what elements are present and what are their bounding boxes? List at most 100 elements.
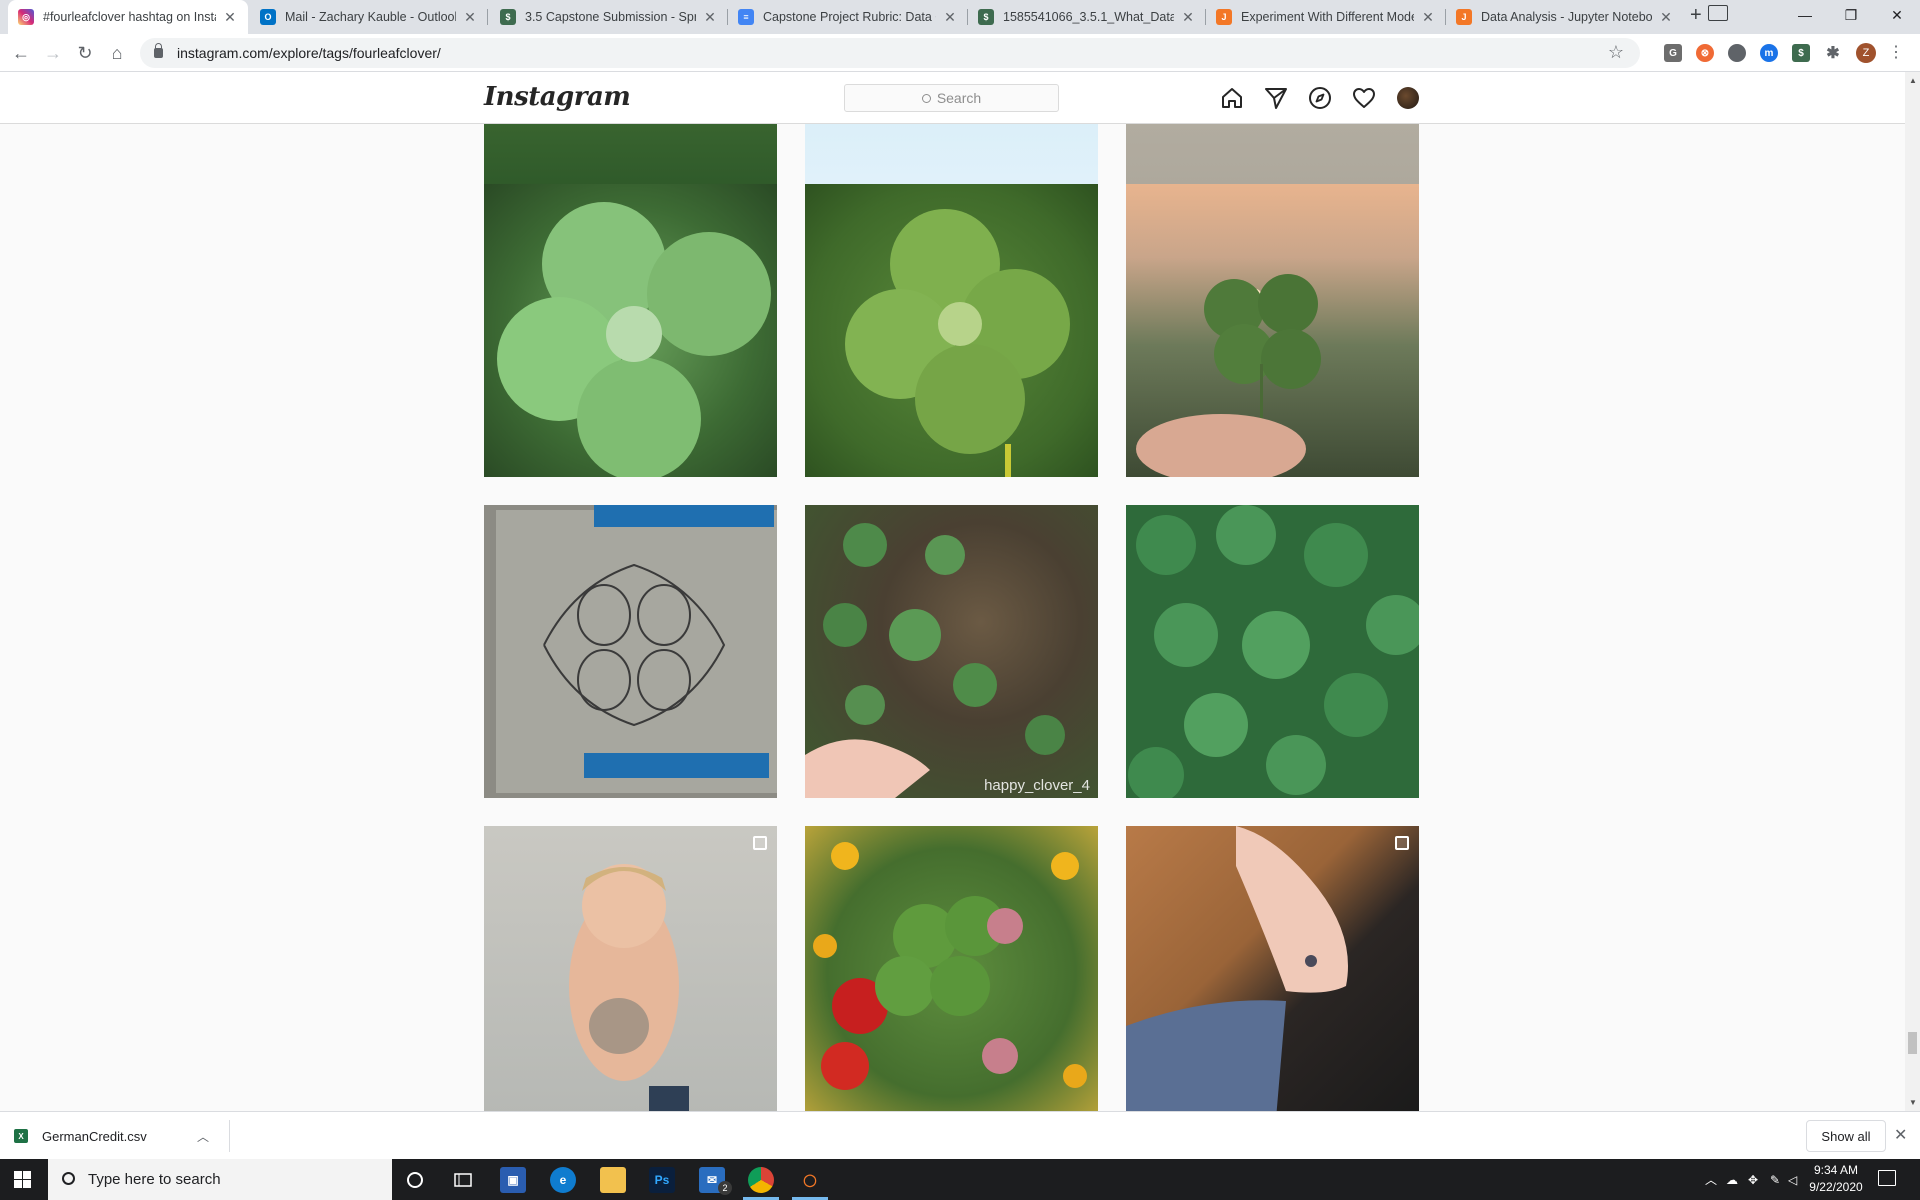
- jupyter-icon: J: [1216, 9, 1232, 25]
- back-button[interactable]: ←: [8, 40, 34, 66]
- tab-what-data[interactable]: $ 1585541066_3.5.1_What_Data_to ✕: [968, 0, 1206, 34]
- instagram-logo[interactable]: Instagram: [484, 82, 631, 112]
- restore-button[interactable]: ❐: [1828, 0, 1874, 30]
- activity-heart-icon[interactable]: [1351, 85, 1377, 111]
- browser-tab-strip: ◎ #fourleafclover hashtag on Instag ✕ O …: [0, 0, 1920, 34]
- microsoft-store-icon[interactable]: ▣: [500, 1167, 526, 1193]
- tab-search-icon[interactable]: [1708, 5, 1728, 21]
- taskbar-search-placeholder: Type here to search: [88, 1171, 221, 1188]
- post-thumbnail[interactable]: [484, 826, 777, 1111]
- page-scrollbar[interactable]: ▲ ▼: [1905, 72, 1920, 1111]
- clock-time: 9:34 AM: [1813, 1163, 1859, 1177]
- extensions-puzzle-icon[interactable]: ✱: [1824, 44, 1842, 62]
- post-thumbnail[interactable]: [805, 826, 1098, 1111]
- file-explorer-icon[interactable]: [600, 1167, 626, 1193]
- tab-outlook[interactable]: O Mail - Zachary Kauble - Outlook ✕: [250, 0, 488, 34]
- pen-icon[interactable]: ✎: [1770, 1159, 1780, 1200]
- child-photo-graphic: [569, 864, 689, 1111]
- download-item[interactable]: X GermanCredit.csv ︿: [14, 1120, 230, 1152]
- scrollbar-thumb[interactable]: [1908, 1032, 1917, 1054]
- show-all-downloads-button[interactable]: Show all: [1806, 1120, 1886, 1152]
- scroll-down-arrow-icon[interactable]: ▼: [1909, 1098, 1917, 1107]
- instagram-profile-avatar[interactable]: [1397, 87, 1419, 109]
- home-icon[interactable]: [1219, 85, 1245, 111]
- extension-honey-icon[interactable]: ⊗: [1696, 44, 1714, 62]
- skull-drawing-graphic: [496, 505, 777, 793]
- instagram-header: Instagram Search: [0, 72, 1905, 124]
- springboard-icon: $: [978, 9, 994, 25]
- tab-instagram[interactable]: ◎ #fourleafclover hashtag on Instag ✕: [8, 0, 248, 34]
- tab-capstone-rubric[interactable]: ≡ Capstone Project Rubric: Data Co ✕: [728, 0, 968, 34]
- lock-icon[interactable]: [154, 43, 163, 58]
- post-thumbnail[interactable]: [1126, 505, 1419, 798]
- show-hidden-icons-chevron-icon[interactable]: ︿: [1705, 1159, 1717, 1200]
- profile-avatar[interactable]: Z: [1856, 43, 1876, 63]
- chrome-menu-icon[interactable]: ⋮: [1888, 42, 1904, 62]
- springboard-icon: $: [500, 9, 516, 25]
- cortana-icon[interactable]: [402, 1167, 428, 1193]
- tab-experiment-models[interactable]: J Experiment With Different Model ✕: [1206, 0, 1446, 34]
- google-docs-icon: ≡: [738, 9, 754, 25]
- home-button[interactable]: ⌂: [104, 40, 130, 66]
- search-icon: [921, 93, 931, 103]
- close-tab-icon[interactable]: ✕: [1658, 9, 1674, 26]
- post-thumbnail[interactable]: [484, 184, 777, 477]
- close-tab-icon[interactable]: ✕: [222, 9, 238, 26]
- taskbar-search-box[interactable]: Type here to search: [48, 1159, 392, 1200]
- forward-button[interactable]: →: [40, 40, 66, 66]
- tab-data-analysis[interactable]: J Data Analysis - Jupyter Notebook ✕: [1446, 0, 1684, 34]
- explore-compass-icon[interactable]: [1307, 85, 1333, 111]
- direct-message-icon[interactable]: [1263, 85, 1289, 111]
- action-center-icon[interactable]: [1878, 1170, 1896, 1186]
- photoshop-icon[interactable]: Ps: [649, 1167, 675, 1193]
- address-bar[interactable]: instagram.com/explore/tags/fourleafclove…: [140, 38, 1640, 68]
- close-tab-icon[interactable]: ✕: [702, 9, 718, 26]
- volume-icon[interactable]: ◁: [1788, 1159, 1797, 1200]
- dropbox-icon[interactable]: ✥: [1748, 1159, 1758, 1200]
- jupyter-taskbar-icon[interactable]: ◯: [797, 1167, 823, 1193]
- post-thumbnail[interactable]: [1126, 184, 1419, 477]
- clover-patch-graphic: [1128, 505, 1419, 798]
- hashtag-post-grid: happy_clover_4: [0, 124, 1905, 1111]
- extension-circle-icon[interactable]: [1728, 44, 1746, 62]
- post-thumbnail[interactable]: happy_clover_4: [805, 505, 1098, 798]
- system-clock[interactable]: 9:34 AM 9/22/2020: [1804, 1162, 1868, 1196]
- url-text[interactable]: instagram.com/explore/tags/fourleafclove…: [177, 45, 441, 61]
- close-tab-icon[interactable]: ✕: [462, 9, 478, 26]
- extension-grammar-icon[interactable]: G: [1664, 44, 1682, 62]
- close-tab-icon[interactable]: ✕: [1420, 9, 1436, 26]
- chrome-icon[interactable]: [748, 1167, 774, 1193]
- tab-title: Experiment With Different Model: [1241, 10, 1414, 24]
- post-thumbnail[interactable]: [1126, 826, 1419, 1111]
- search-icon: [62, 1172, 75, 1185]
- close-tab-icon[interactable]: ✕: [942, 9, 958, 26]
- clover-leaves-graphic: [845, 209, 1070, 477]
- tab-title: 3.5 Capstone Submission - Spring: [525, 10, 696, 24]
- clover-leaves-graphic: [1136, 274, 1321, 477]
- post-thumbnail[interactable]: [805, 184, 1098, 477]
- edge-browser-icon[interactable]: e: [550, 1167, 576, 1193]
- close-tab-icon[interactable]: ✕: [1180, 9, 1196, 26]
- extension-springboard-icon[interactable]: $: [1792, 44, 1810, 62]
- reload-button[interactable]: ↻: [72, 40, 98, 66]
- windows-start-icon[interactable]: [14, 1171, 31, 1188]
- onedrive-cloud-icon[interactable]: ☁: [1726, 1159, 1738, 1200]
- tab-capstone-submission[interactable]: $ 3.5 Capstone Submission - Spring ✕: [490, 0, 728, 34]
- clover-leaves-graphic: [497, 202, 771, 477]
- bookmark-star-icon[interactable]: ☆: [1608, 42, 1624, 63]
- close-window-button[interactable]: ✕: [1874, 0, 1920, 30]
- instagram-icon: ◎: [18, 9, 34, 25]
- minimize-button[interactable]: —: [1782, 0, 1828, 30]
- task-view-icon[interactable]: [450, 1167, 476, 1193]
- close-download-bar-icon[interactable]: ✕: [1894, 1125, 1907, 1145]
- windows-taskbar: Type here to search ▣ e Ps ✉ 2 ◯ ︿ ☁ ✥ ✎…: [0, 1159, 1920, 1200]
- extension-blue-icon[interactable]: m: [1760, 44, 1778, 62]
- tab-title: Mail - Zachary Kauble - Outlook: [285, 10, 456, 24]
- chevron-up-icon[interactable]: ︿: [197, 1128, 209, 1145]
- instagram-search-input[interactable]: Search: [844, 84, 1059, 112]
- post-thumbnail[interactable]: [484, 505, 777, 798]
- new-tab-button[interactable]: +: [1690, 4, 1702, 27]
- download-filename[interactable]: GermanCredit.csv: [42, 1129, 147, 1144]
- scroll-up-arrow-icon[interactable]: ▲: [1909, 76, 1917, 85]
- browser-toolbar: ← → ↻ ⌂ instagram.com/explore/tags/fourl…: [0, 34, 1920, 72]
